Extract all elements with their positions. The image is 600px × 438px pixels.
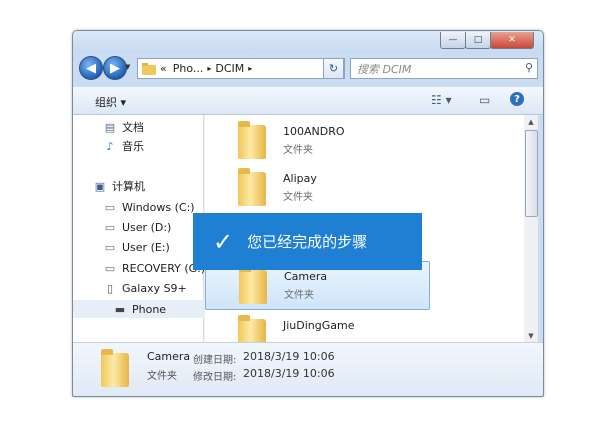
crumb-separator-icon[interactable]: ▸ (248, 64, 252, 73)
created-label: 创建日期: (193, 355, 237, 366)
crumb-separator-icon[interactable]: ▸ (207, 64, 211, 73)
details-name: Camera (147, 350, 191, 363)
step-complete-banner: ✓ 您已经完成的步骤 (193, 213, 422, 270)
computer-icon: ▣ (94, 179, 106, 193)
banner-text: 您已经完成的步骤 (247, 233, 368, 251)
search-icon[interactable]: ⚲ (525, 61, 533, 74)
back-arrow-icon: ◀ (86, 60, 96, 76)
folder-item[interactable]: JiuDingGame (205, 311, 428, 342)
folder-icon (142, 62, 156, 75)
history-dropdown-icon[interactable]: ▼ (125, 63, 130, 71)
modified-value: 2018/3/19 10:06 (243, 367, 335, 380)
folder-icon (239, 266, 267, 304)
created-value: 2018/3/19 10:06 (243, 350, 335, 363)
address-bar[interactable]: « Pho... ▸ DCIM ▸ ▾ (137, 58, 345, 79)
folder-icon (238, 121, 266, 159)
folder-icon (238, 315, 266, 342)
scroll-up-icon[interactable]: ▲ (524, 115, 538, 128)
document-icon: ▤ (104, 120, 116, 134)
crumb-dcim[interactable]: DCIM (215, 62, 244, 75)
search-input[interactable]: 搜索 DCIM ⚲ (350, 58, 538, 79)
storage-icon: ▬ (114, 302, 126, 316)
scroll-thumb[interactable] (525, 130, 538, 217)
crumb-phone[interactable]: Pho... (173, 62, 204, 75)
nav-item-computer[interactable]: ▣ 计算机 (73, 177, 223, 195)
drive-icon: ▭ (104, 240, 116, 254)
help-icon[interactable]: ? (510, 92, 524, 106)
organize-menu[interactable]: 组织 ▾ (95, 94, 126, 110)
drive-icon: ▭ (104, 200, 116, 214)
device-icon: ▯ (106, 281, 114, 295)
command-bar: 组织 ▾ ☷ ▾ ▭ ? (73, 87, 543, 115)
back-button[interactable]: ◀ (79, 56, 103, 80)
refresh-icon: ↻ (328, 62, 339, 75)
title-bar: — □ ✕ (73, 31, 543, 53)
forward-button[interactable]: ▶ (103, 56, 127, 80)
drive-icon: ▭ (104, 220, 116, 234)
address-overflow[interactable]: « (160, 62, 167, 75)
search-placeholder: 搜索 DCIM (357, 62, 412, 76)
folder-item[interactable]: 100ANDRO 文件夹 (205, 117, 428, 164)
drive-icon: ▭ (104, 261, 116, 275)
checkmark-icon: ✓ (213, 227, 234, 256)
scroll-down-icon[interactable]: ▼ (524, 329, 538, 342)
navigation-pane: ▤ 文档 ♪ 音乐 ▣ 计算机 ▭ Windows (C:) ▭ User (D… (73, 115, 243, 342)
address-row: ◀ ▶ ▼ « Pho... ▸ DCIM ▸ ▾ ↻ 搜索 DCIM ⚲ (73, 53, 543, 83)
details-pane: Camera 文件夹 创建日期: 2018/3/19 10:06 修改日期: 2… (73, 342, 543, 396)
folder-item[interactable]: Alipay 文件夹 (205, 164, 428, 211)
folder-icon (238, 168, 266, 206)
details-type: 文件夹 (147, 371, 177, 382)
view-options-icon[interactable]: ☷ ▾ (431, 93, 452, 107)
maximize-button[interactable]: □ (465, 32, 491, 49)
refresh-button[interactable]: ↻ (323, 58, 344, 79)
folder-icon (101, 349, 129, 387)
modified-label: 修改日期: (193, 372, 237, 383)
forward-arrow-icon: ▶ (110, 60, 120, 76)
preview-pane-icon[interactable]: ▭ (479, 93, 490, 107)
file-list-scrollbar[interactable]: ▲ ▼ (524, 115, 538, 342)
close-button[interactable]: ✕ (490, 32, 534, 49)
music-icon: ♪ (106, 139, 114, 153)
minimize-button[interactable]: — (440, 32, 466, 49)
